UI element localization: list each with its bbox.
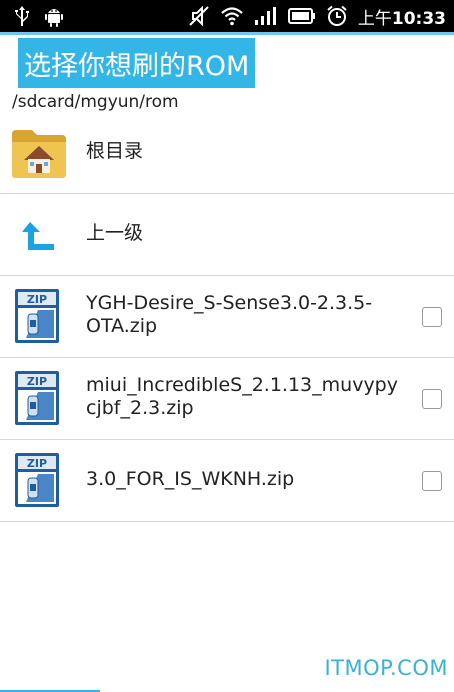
zip-file-icon: ZIP bbox=[15, 289, 59, 343]
file-name-line2: cjbf_2.3.zip bbox=[86, 397, 194, 419]
title-highlight: 选择你想刷的ROM bbox=[18, 38, 256, 88]
watermark: ITMOP.COM bbox=[324, 656, 448, 680]
list-item-file[interactable]: ZIP miui_IncredibleS_2.1.13_muvypy cjbf_2… bbox=[0, 358, 454, 440]
alarm-icon bbox=[327, 5, 347, 26]
parent-label: 上一级 bbox=[86, 222, 144, 244]
svg-text:ZIP: ZIP bbox=[27, 375, 47, 388]
file-name-line2: OTA.zip bbox=[86, 315, 158, 337]
page-title: 选择你想刷的ROM bbox=[24, 50, 250, 82]
zip-file-icon: ZIP bbox=[15, 371, 59, 425]
file-name-line1: YGH-Desire_S-Sense3.0-2.3.5- bbox=[86, 292, 373, 314]
battery-icon bbox=[287, 8, 315, 24]
clock-period: 上午 bbox=[357, 8, 392, 29]
android-debug-icon bbox=[45, 9, 63, 27]
status-accent-line bbox=[0, 32, 454, 35]
zip-file-icon: ZIP bbox=[15, 453, 59, 507]
signal-icon bbox=[254, 7, 276, 25]
status-clock: 上午10:33 bbox=[358, 4, 446, 29]
list-item-root[interactable]: 根目录 bbox=[0, 112, 454, 194]
file-name: YGH-Desire_S-Sense3.0-2.3.5- OTA.zip bbox=[86, 292, 372, 338]
root-label: 根目录 bbox=[86, 140, 144, 162]
file-name: 3.0_FOR_IS_WKNH.zip bbox=[86, 468, 295, 490]
svg-text:ZIP: ZIP bbox=[27, 293, 47, 306]
usb-icon bbox=[15, 6, 29, 26]
file-checkbox[interactable] bbox=[422, 389, 442, 409]
file-name: miui_IncredibleS_2.1.13_muvypy cjbf_2.3.z… bbox=[86, 374, 398, 420]
file-checkbox[interactable] bbox=[422, 471, 442, 491]
current-path: /sdcard/mgyun/rom bbox=[12, 92, 179, 112]
svg-text:ZIP: ZIP bbox=[27, 457, 47, 470]
mute-icon bbox=[189, 5, 209, 27]
arrow-up-icon bbox=[22, 222, 54, 250]
wifi-icon bbox=[221, 7, 243, 26]
file-name-line1: miui_IncredibleS_2.1.13_muvypy bbox=[86, 374, 398, 396]
file-checkbox[interactable] bbox=[422, 307, 442, 327]
list-item-parent[interactable]: 上一级 bbox=[0, 194, 454, 276]
file-list: 根目录 上一级 ZIP YGH-Desire_S-Sense3.0-2.3.5-… bbox=[0, 112, 454, 522]
clock-time: 10:33 bbox=[391, 8, 446, 29]
home-folder-icon bbox=[12, 130, 66, 178]
status-bar: 上午10:33 bbox=[0, 0, 454, 32]
list-item-file[interactable]: ZIP 3.0_FOR_IS_WKNH.zip bbox=[0, 440, 454, 522]
list-item-file[interactable]: ZIP YGH-Desire_S-Sense3.0-2.3.5- OTA.zip bbox=[0, 276, 454, 358]
